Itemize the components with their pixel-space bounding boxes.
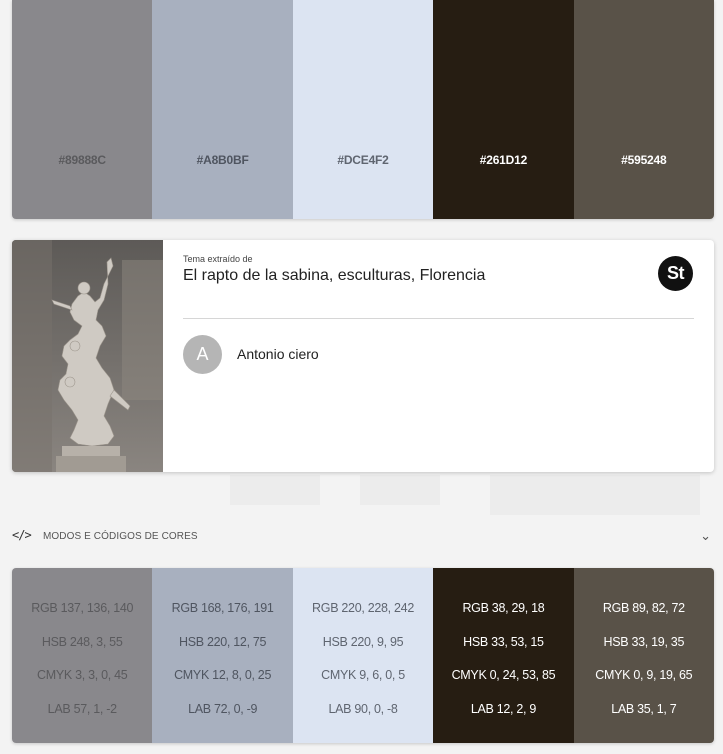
code-icon: </> — [12, 528, 32, 542]
rgb-value[interactable]: RGB 168, 176, 191 — [152, 592, 292, 626]
swatch-hex: #A8B0BF — [196, 153, 249, 167]
chevron-down-icon[interactable]: ⌄ — [700, 528, 711, 544]
color-codes-header[interactable]: </> MODOS E CÓDIGOS DE CORES ⌄ — [12, 528, 714, 546]
lab-value[interactable]: LAB 57, 1, -2 — [12, 693, 152, 727]
adobe-stock-icon[interactable]: St — [658, 256, 693, 291]
hsb-value[interactable]: HSB 220, 9, 95 — [293, 626, 433, 660]
swatch-hex: #261D12 — [479, 153, 528, 167]
theme-title[interactable]: El rapto de la sabina, esculturas, Flore… — [183, 267, 485, 285]
hsb-value[interactable]: HSB 248, 3, 55 — [12, 626, 152, 660]
cmyk-value[interactable]: CMYK 0, 24, 53, 85 — [433, 659, 573, 693]
rgb-value[interactable]: RGB 220, 228, 242 — [293, 592, 433, 626]
background-block — [230, 475, 320, 505]
swatch-4[interactable]: #261D12 — [433, 0, 574, 219]
divider — [183, 318, 694, 319]
lab-value[interactable]: LAB 72, 0, -9 — [152, 693, 292, 727]
extracted-from-label: Tema extraído de — [183, 254, 253, 264]
swatch-1[interactable]: #89888C — [12, 0, 153, 219]
swatch-3[interactable]: #DCE4F2 — [292, 0, 434, 219]
hsb-value[interactable]: HSB 33, 53, 15 — [433, 626, 573, 660]
cmyk-value[interactable]: CMYK 9, 6, 0, 5 — [293, 659, 433, 693]
background-block — [360, 475, 440, 505]
code-column: RGB 168, 176, 191 HSB 220, 12, 75 CMYK 1… — [152, 568, 293, 743]
code-column: RGB 38, 29, 18 HSB 33, 53, 15 CMYK 0, 24… — [433, 568, 574, 743]
rgb-value[interactable]: RGB 38, 29, 18 — [433, 592, 573, 626]
cmyk-value[interactable]: CMYK 12, 8, 0, 25 — [152, 659, 292, 693]
avatar[interactable]: A — [183, 335, 222, 374]
hsb-value[interactable]: HSB 220, 12, 75 — [152, 626, 292, 660]
swatch-hex: #89888C — [58, 153, 107, 167]
hsb-value[interactable]: HSB 33, 19, 35 — [574, 626, 714, 660]
section-title: MODOS E CÓDIGOS DE CORES — [43, 531, 198, 542]
swatch-hex: #DCE4F2 — [337, 153, 389, 167]
color-codes-table: RGB 137, 136, 140 HSB 248, 3, 55 CMYK 3,… — [12, 568, 714, 743]
rgb-value[interactable]: RGB 89, 82, 72 — [574, 592, 714, 626]
lab-value[interactable]: LAB 90, 0, -8 — [293, 693, 433, 727]
lab-value[interactable]: LAB 35, 1, 7 — [574, 693, 714, 727]
rgb-value[interactable]: RGB 137, 136, 140 — [12, 592, 152, 626]
swatch-hex: #595248 — [621, 153, 667, 167]
cmyk-value[interactable]: CMYK 0, 9, 19, 65 — [574, 659, 714, 693]
cmyk-value[interactable]: CMYK 3, 3, 0, 45 — [12, 659, 152, 693]
lab-value[interactable]: LAB 12, 2, 9 — [433, 693, 573, 727]
source-card: Tema extraído de El rapto de la sabina, … — [12, 240, 714, 472]
code-column: RGB 89, 82, 72 HSB 33, 19, 35 CMYK 0, 9,… — [573, 568, 714, 743]
palette-swatches: #89888C #A8B0BF #DCE4F2 #261D12 #595248 — [12, 0, 714, 219]
code-column: RGB 137, 136, 140 HSB 248, 3, 55 CMYK 3,… — [12, 568, 153, 743]
background-block — [490, 475, 700, 515]
sculpture-thumbnail[interactable] — [12, 240, 163, 472]
author-name[interactable]: Antonio ciero — [237, 346, 319, 362]
swatch-2[interactable]: #A8B0BF — [152, 0, 293, 219]
swatch-5[interactable]: #595248 — [573, 0, 714, 219]
code-column: RGB 220, 228, 242 HSB 220, 9, 95 CMYK 9,… — [292, 568, 434, 743]
